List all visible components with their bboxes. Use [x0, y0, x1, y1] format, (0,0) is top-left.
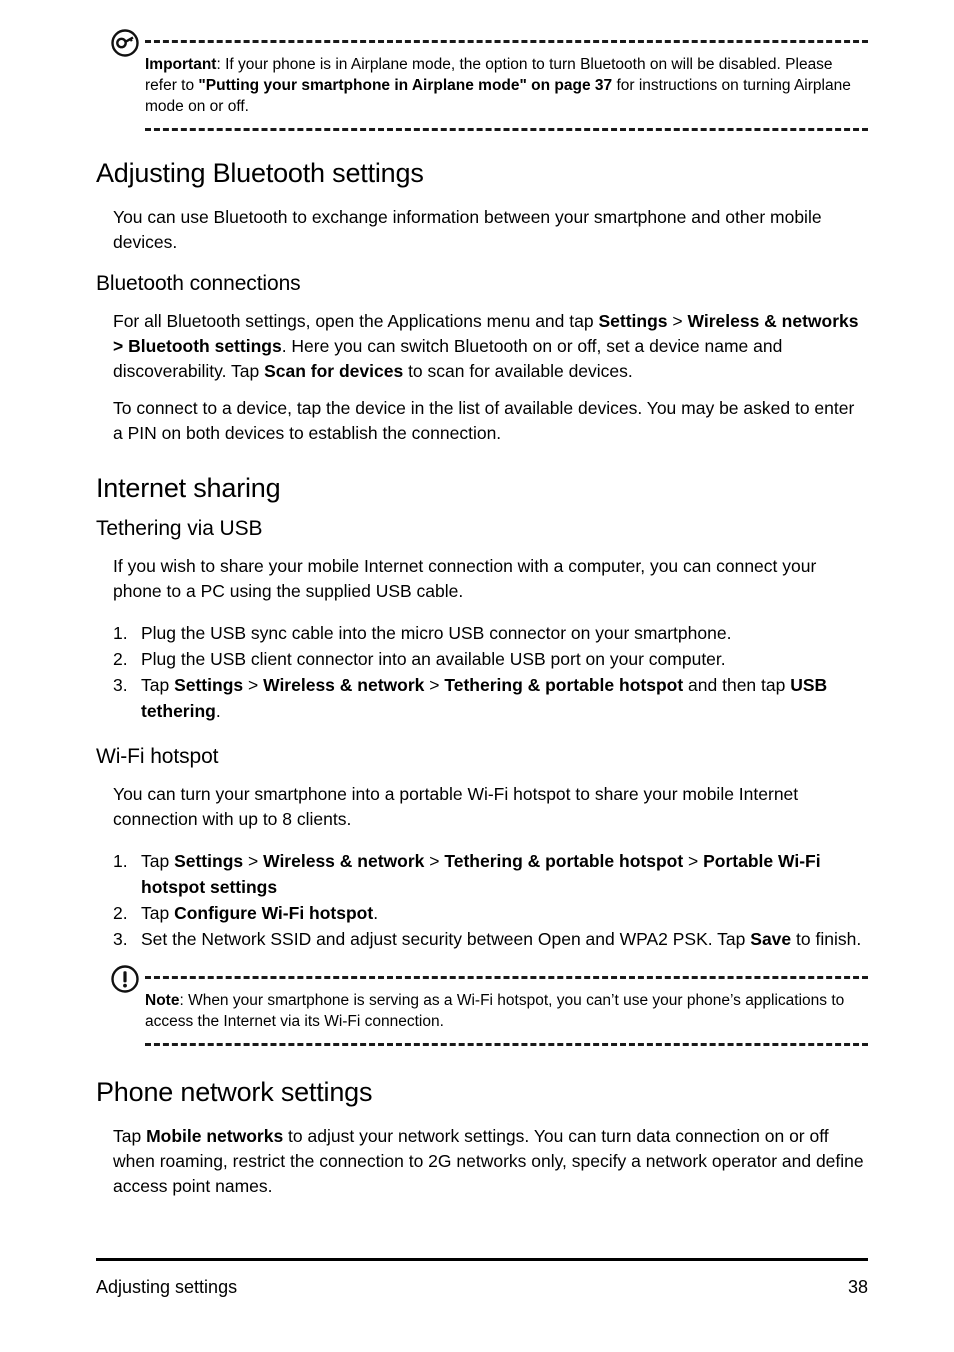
note-rule-bottom: [145, 1043, 868, 1046]
wifi-hotspot-intro: You can turn your smartphone into a port…: [113, 784, 799, 829]
manual-page: Important: If your phone is in Airplane …: [0, 0, 954, 1352]
phone-network-paragraph: Tap Mobile networks to adjust your netwo…: [96, 1124, 868, 1199]
list-item-number: 3.: [113, 929, 128, 949]
heading-adjusting-bluetooth-settings: Adjusting Bluetooth settings: [96, 158, 424, 188]
list-item-text: >: [243, 675, 264, 695]
heading-phone-network-settings: Phone network settings: [96, 1077, 373, 1107]
list-item-emphasis: Tethering & portable hotspot: [444, 851, 684, 871]
list-item-emphasis: Settings: [174, 851, 244, 871]
list-item: 2. Plug the USB client connector into an …: [96, 646, 868, 672]
usb-tethering-intro: If you wish to share your mobile Interne…: [113, 556, 817, 601]
important-label: Important: [145, 56, 217, 73]
key-in-circle-icon: [110, 28, 140, 58]
subheading-tethering-via-usb: Tethering via USB: [96, 517, 263, 540]
page-number: 38: [847, 1277, 868, 1297]
list-item-text: Tap: [141, 903, 175, 923]
list-item-text: .: [215, 701, 221, 721]
subheading-wifi-hotspot: Wi-Fi hotspot: [96, 745, 219, 768]
list-item-text: >: [424, 675, 445, 695]
bluetooth-connect-paragraph: To connect to a device, tap the device i…: [113, 398, 855, 443]
important-rule-bottom: [145, 128, 868, 131]
list-item-number: 2.: [113, 903, 128, 923]
list-item-emphasis: Wireless & network: [263, 675, 425, 695]
note-rule-top: [145, 976, 868, 979]
list-item-text: Set the Network SSID and adjust security…: [141, 929, 751, 949]
list-item-emphasis: Configure Wi-Fi hotspot: [174, 903, 374, 923]
heading-internet-sharing: Internet sharing: [96, 473, 281, 503]
list-item: 2. Tap Configure Wi-Fi hotspot.: [96, 900, 868, 926]
important-callout: Important: If your phone is in Airplane …: [96, 29, 868, 131]
list-item-emphasis: Wireless & network: [263, 851, 425, 871]
note-body-text: : When your smartphone is serving as a W…: [145, 992, 845, 1030]
list-item: 1. Plug the USB sync cable into the micro…: [96, 620, 868, 646]
subheading-bluetooth-connections: Bluetooth connections: [96, 272, 301, 295]
list-item-number: 1.: [113, 623, 128, 643]
note-callout: Note: When your smartphone is serving as…: [96, 965, 868, 1046]
wifi-hotspot-steps: 1. Tap Settings > Wireless & network > Te…: [96, 848, 868, 952]
list-item-text: >: [243, 851, 264, 871]
pn-b: Mobile networks: [146, 1126, 284, 1146]
usb-tethering-steps: 1. Plug the USB sync cable into the micro…: [96, 620, 868, 724]
bluetooth-settings-paragraph: For all Bluetooth settings, open the App…: [96, 309, 868, 384]
list-item-emphasis: Save: [750, 929, 792, 949]
list-item: 3. Tap Settings > Wireless & network > Te…: [96, 672, 868, 724]
list-item: 1. Tap Settings > Wireless & network > Te…: [96, 848, 868, 900]
bt-p1-f: Scan for devices: [264, 361, 404, 381]
note-text: Note: When your smartphone is serving as…: [145, 990, 868, 1032]
list-item-text: Plug the USB client connector into an av…: [141, 649, 726, 669]
list-item-text: Tap: [141, 851, 175, 871]
list-item-text: Plug the USB sync cable into the micro U…: [141, 623, 732, 643]
exclamation-in-circle-icon: [110, 964, 140, 994]
list-item-text: >: [683, 851, 704, 871]
note-label: Note: [145, 992, 180, 1009]
list-item-number: 1.: [113, 851, 128, 871]
important-text: Important: If your phone is in Airplane …: [145, 54, 868, 117]
bluetooth-intro-paragraph: You can use Bluetooth to exchange inform…: [113, 207, 822, 252]
list-item-emphasis: Settings: [174, 675, 244, 695]
list-item: 3. Set the Network SSID and adjust securi…: [96, 926, 868, 952]
bt-p1-a: For all Bluetooth settings, open the App…: [113, 311, 599, 331]
list-item-text: Tap: [141, 675, 175, 695]
list-item-text: and then tap: [683, 675, 791, 695]
list-item-emphasis: Tethering & portable hotspot: [444, 675, 684, 695]
bt-p1-c: >: [667, 311, 688, 331]
page-footer: Adjusting settings 38: [96, 1258, 868, 1299]
list-item-text: >: [424, 851, 445, 871]
list-item-text: to finish.: [791, 929, 862, 949]
important-rule-top: [145, 40, 868, 43]
list-item-number: 3.: [113, 675, 128, 695]
important-bold-ref: "Putting your smartphone in Airplane mod…: [198, 77, 613, 94]
pn-a: Tap: [113, 1126, 147, 1146]
bt-p1-g: to scan for available devices.: [403, 361, 633, 381]
list-item-number: 2.: [113, 649, 128, 669]
page-content: Important: If your phone is in Airplane …: [96, 29, 868, 1199]
list-item-text: .: [373, 903, 379, 923]
footer-section-label: Adjusting settings: [96, 1277, 238, 1297]
bt-p1-b: Settings: [598, 311, 668, 331]
